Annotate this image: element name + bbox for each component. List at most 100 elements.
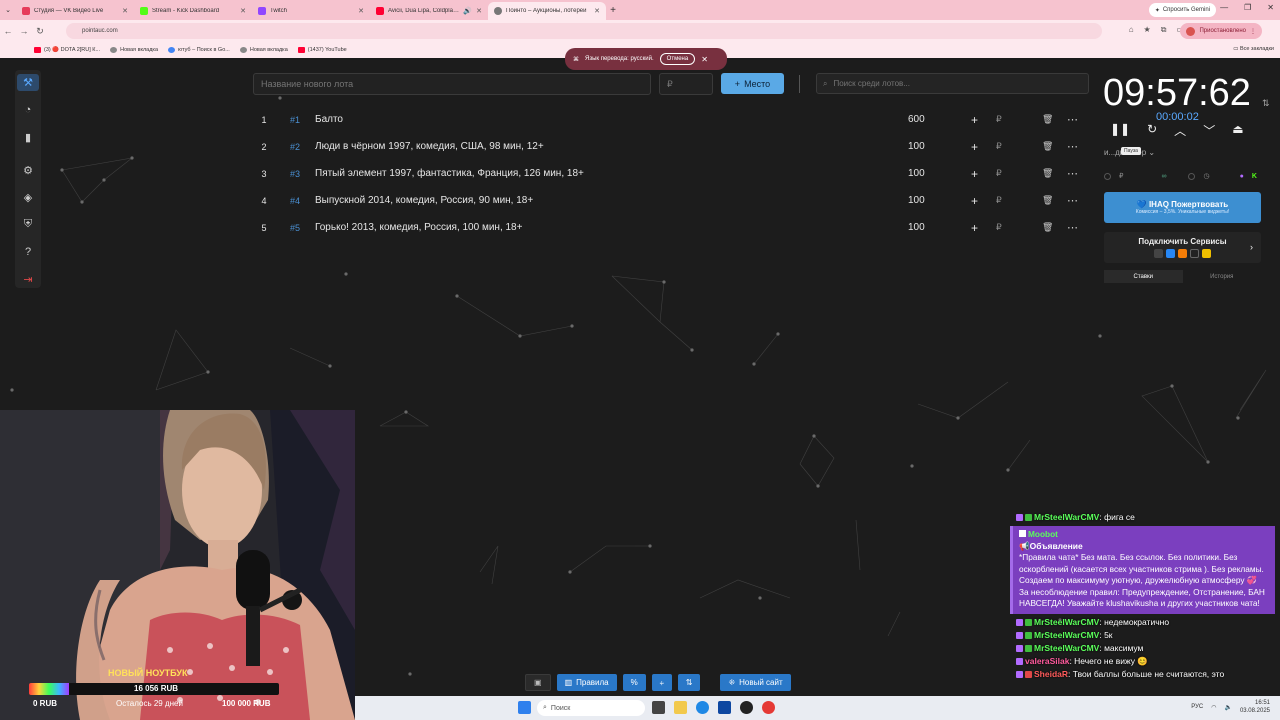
more-dots-icon[interactable]: ⋯	[1067, 113, 1078, 126]
more-menu-icon[interactable]: ⋮	[1250, 28, 1256, 35]
delete-trash-icon[interactable]: 🗑	[1042, 168, 1053, 179]
store-icon[interactable]	[718, 701, 731, 714]
more-dots-icon[interactable]: ⋯	[1067, 140, 1078, 153]
new-lot-name-input[interactable]	[253, 73, 651, 95]
eject-icon[interactable]: ⏏	[1232, 122, 1243, 139]
add-amount-plus-icon[interactable]: +	[971, 167, 978, 181]
delete-trash-icon[interactable]: 🗑	[1042, 222, 1053, 233]
lang-indicator[interactable]: РУС	[1191, 704, 1203, 710]
wifi-icon[interactable]: ◠	[1211, 704, 1216, 711]
chrome-icon[interactable]	[762, 701, 775, 714]
delete-trash-icon[interactable]: 🗑	[1042, 114, 1053, 125]
reload-icon[interactable]: ↻	[32, 26, 48, 37]
browser-tab-vk[interactable]: Студия — VK Видео Live ✕	[16, 2, 134, 20]
clock[interactable]: 16:51 03.08.2025	[1240, 699, 1270, 715]
tab-bets[interactable]: Ставки	[1104, 270, 1183, 283]
taskbar-search[interactable]: ⌕ Поиск	[537, 700, 645, 716]
close-tab-icon[interactable]: ✕	[594, 7, 600, 15]
maximize-icon[interactable]: ❐	[1244, 3, 1251, 12]
forward-arrow-icon[interactable]: →	[16, 26, 32, 36]
pause-icon[interactable]: ❚❚	[1110, 122, 1130, 139]
add-amount-plus-icon[interactable]: +	[971, 194, 978, 208]
add-amount-plus-icon[interactable]: +	[971, 140, 978, 154]
currency-input[interactable]: ₽	[996, 222, 1002, 233]
currency-input[interactable]: ₽	[996, 168, 1002, 179]
tab-search-icon[interactable]: ⌄	[0, 6, 16, 14]
minimize-icon[interactable]: —	[1220, 3, 1228, 12]
more-dots-icon[interactable]: ⋯	[1067, 167, 1078, 180]
swap-arrows-icon[interactable]: ⇅	[1262, 98, 1270, 109]
more-dots-icon[interactable]: ⋯	[1067, 221, 1078, 234]
new-site-button[interactable]: ⁜ Новый сайт	[720, 674, 791, 691]
tab-history[interactable]: История	[1183, 270, 1262, 283]
ask-gemini-button[interactable]: ✦ Спросить Gemini	[1148, 3, 1216, 17]
shield-icon[interactable]: ⛨	[17, 216, 39, 233]
back-arrow-icon[interactable]: ←	[0, 26, 16, 36]
close-window-icon[interactable]: ✕	[1267, 3, 1274, 12]
delete-trash-icon[interactable]: 🗑	[1042, 141, 1053, 152]
more-dots-icon[interactable]: ⋯	[1067, 194, 1078, 207]
file-explorer-icon[interactable]	[674, 701, 687, 714]
bookmark-star-icon[interactable]: ★	[1144, 25, 1151, 35]
percent-icon[interactable]: %	[622, 674, 646, 691]
close-tab-icon[interactable]: ✕	[240, 7, 246, 15]
currency-input[interactable]: ₽	[996, 141, 1002, 152]
currency-input[interactable]: ₽	[996, 114, 1002, 125]
lot-search-input[interactable]	[833, 79, 1082, 88]
address-bar[interactable]: pointauc.com	[66, 23, 1102, 39]
translate-cancel-button[interactable]: Отмена	[659, 53, 696, 65]
logout-icon[interactable]: ⇥	[17, 271, 39, 288]
obs-icon[interactable]	[740, 701, 753, 714]
currency-input[interactable]: ₽	[996, 195, 1002, 206]
all-bookmarks-link[interactable]: ▭ Все закладки	[1233, 46, 1274, 52]
new-lot-price-input[interactable]	[659, 73, 713, 95]
bookmark-item[interactable]: (3) 🔴 DOTA 2[RU] К...	[34, 47, 100, 53]
close-tab-icon[interactable]: ✕	[476, 7, 482, 15]
reset-icon[interactable]: ↻	[1147, 122, 1157, 139]
lot-name[interactable]: Балто	[315, 114, 1085, 125]
windows-start-icon[interactable]	[518, 701, 531, 714]
wheel-icon[interactable]: ◔	[17, 101, 39, 118]
toggle-radio[interactable]	[1188, 172, 1196, 180]
lot-name[interactable]: Пятый элемент 1997, фантастика, Франция,…	[315, 168, 1085, 179]
bookmark-item[interactable]: Новая вкладка	[110, 47, 158, 53]
lot-name[interactable]: Люди в чёрном 1997, комедия, США, 98 мин…	[315, 141, 1085, 152]
browser-tab-twitch[interactable]: Twitch ✕	[252, 2, 370, 20]
toggle-radio[interactable]	[1104, 172, 1111, 180]
bookmark-item[interactable]: (1437) YouTube	[297, 47, 347, 53]
help-icon[interactable]: ?	[17, 244, 39, 261]
donate-button[interactable]: 💙 IHAQ Пожертвовать Комиссия – 3,5%. Уни…	[1104, 192, 1261, 223]
bookmark-item[interactable]: ютуб – Поиск в Go...	[168, 47, 230, 53]
close-icon[interactable]: ✕	[701, 55, 708, 64]
lot-name[interactable]: Выпускной 2014, комедия, Россия, 90 мин,…	[315, 195, 1085, 206]
sort-icon[interactable]: ⇅	[677, 674, 701, 691]
browser-tab-youtube[interactable]: Avicii, Dua Lipa, Coldplay, M 🔊 ✕	[370, 2, 488, 20]
mute-tab-icon[interactable]: 🔊	[463, 7, 472, 15]
extensions-icon[interactable]: ⧉	[1161, 25, 1167, 35]
bookmark-item[interactable]: Новая вкладка	[239, 47, 288, 53]
edge-icon[interactable]	[696, 701, 709, 714]
rules-button[interactable]: ▥ Правила	[556, 674, 617, 691]
chevron-down-icon[interactable]: ﹀	[1203, 122, 1215, 139]
chevron-up-icon[interactable]: ︿	[1174, 122, 1186, 139]
close-tab-icon[interactable]: ✕	[358, 7, 364, 15]
profile-paused-button[interactable]: Приостановлено ⋮	[1180, 23, 1262, 39]
split-icon[interactable]: ⧾	[651, 674, 672, 691]
add-place-button[interactable]: + Место	[721, 73, 784, 94]
browser-tab-kick[interactable]: Stream - Kick Dashboard ✕	[134, 2, 252, 20]
volume-icon[interactable]: 🔈	[1224, 704, 1231, 711]
lot-search-box[interactable]: ⌕	[816, 73, 1089, 94]
stats-icon[interactable]: ▮	[17, 129, 39, 146]
browser-tab-pointauc[interactable]: Пойнто – Аукционы, лотереи ✕	[488, 2, 606, 20]
lot-name[interactable]: Горько! 2013, комедия, Россия, 100 мин, …	[315, 222, 1085, 233]
layers-icon[interactable]: ◈	[17, 189, 39, 206]
new-tab-plus-icon[interactable]: +	[606, 5, 620, 16]
close-tab-icon[interactable]: ✕	[122, 7, 128, 15]
translate-icon[interactable]: ⌂	[1129, 25, 1134, 35]
save-icon[interactable]: ▣	[525, 674, 551, 691]
task-view-icon[interactable]	[652, 701, 665, 714]
settings-gear-icon[interactable]: ⚙	[17, 162, 39, 179]
add-amount-plus-icon[interactable]: +	[971, 113, 978, 127]
add-amount-plus-icon[interactable]: +	[971, 221, 978, 235]
delete-trash-icon[interactable]: 🗑	[1042, 195, 1053, 206]
